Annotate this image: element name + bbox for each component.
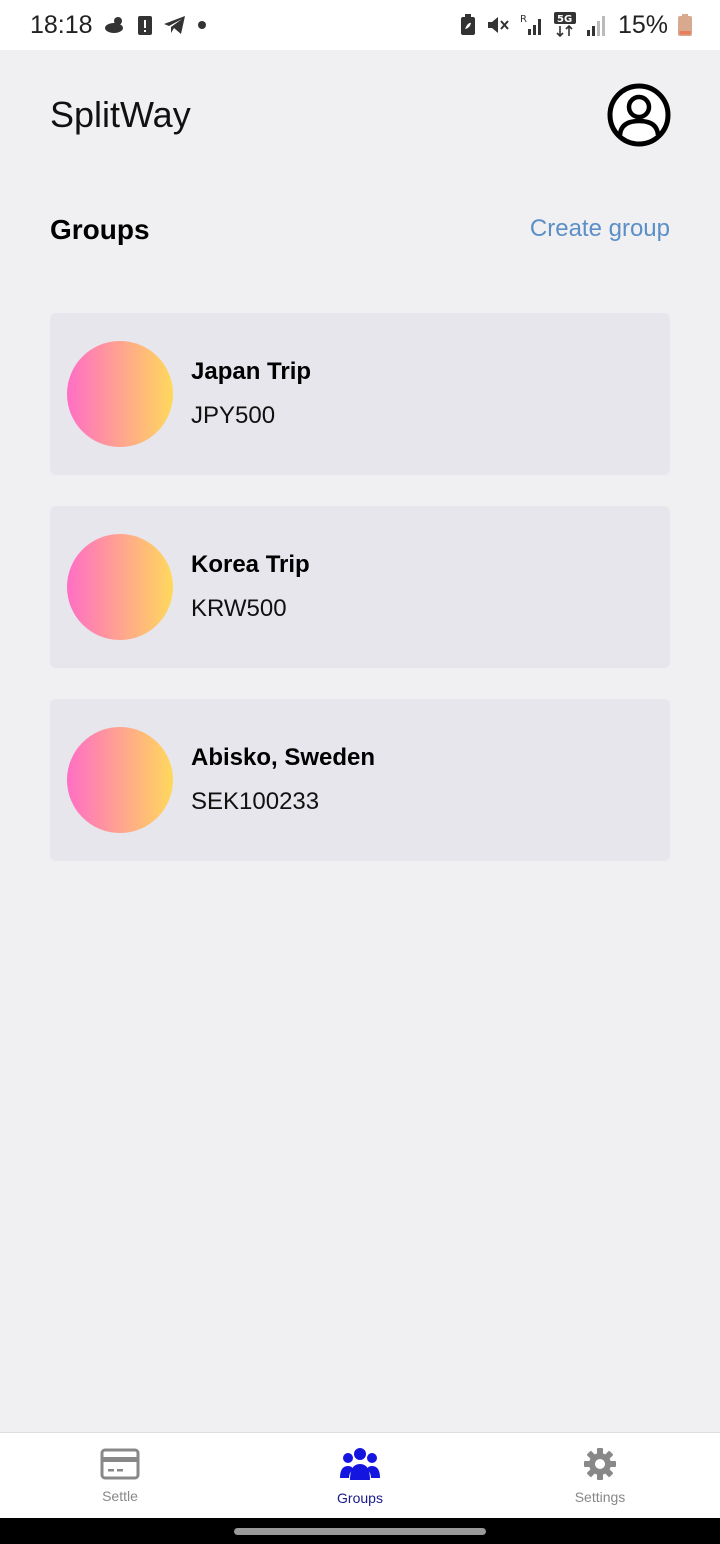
- groups-heading: Groups: [50, 214, 150, 245]
- group-avatar: [67, 534, 173, 640]
- status-bar-left: 18:18: [30, 11, 207, 40]
- group-currency: SEK100233: [191, 788, 320, 815]
- group-info: Japan Trip JPY500: [191, 358, 311, 430]
- group-card-korea-trip[interactable]: Korea Trip KRW500: [50, 506, 670, 668]
- battery-percent: 15%: [617, 10, 668, 39]
- gesture-handle[interactable]: [234, 1528, 486, 1535]
- status-time: 18:18: [30, 10, 93, 39]
- nav-label-settings: Settings: [574, 1488, 626, 1505]
- group-card-abisko-sweden[interactable]: Abisko, Sweden SEK100233: [50, 699, 670, 861]
- roaming-label: R: [520, 14, 527, 25]
- 5g-icon: 5G: [553, 12, 576, 38]
- app-content: SplitWay Groups Create group Japan Trip …: [0, 50, 720, 1432]
- gear-icon: [584, 1447, 616, 1480]
- battery-saver-icon: [460, 14, 476, 36]
- create-group-link[interactable]: Create group: [530, 215, 670, 243]
- nav-label-groups: Groups: [337, 1489, 383, 1506]
- group-name: Japan Trip: [191, 358, 312, 385]
- alert-icon: [137, 14, 153, 36]
- group-name: Abisko, Sweden: [191, 744, 376, 771]
- group-info: Korea Trip KRW500: [191, 551, 310, 623]
- group-currency: KRW500: [191, 595, 287, 622]
- mute-icon: [486, 14, 510, 36]
- status-bar: 18:18 R 5G 15%: [0, 0, 720, 50]
- group-info: Abisko, Sweden SEK100233: [191, 744, 375, 816]
- status-bar-right: R 5G 15%: [460, 11, 692, 40]
- card-icon: [100, 1448, 140, 1479]
- nav-item-groups[interactable]: Groups: [240, 1446, 480, 1506]
- group-list: Japan Trip JPY500 Korea Trip KRW500 Abis…: [50, 313, 670, 892]
- gesture-area: [0, 1518, 720, 1544]
- group-avatar: [67, 341, 173, 447]
- dot-icon: [197, 20, 207, 30]
- people-icon: [340, 1447, 380, 1480]
- group-currency: JPY500: [191, 402, 276, 429]
- nav-item-settle[interactable]: Settle: [0, 1448, 240, 1504]
- nav-item-settings[interactable]: Settings: [480, 1447, 720, 1505]
- signal-roaming-icon: R: [520, 13, 544, 37]
- app-title: SplitWay: [50, 94, 191, 135]
- profile-button[interactable]: [607, 83, 671, 147]
- profile-icon: [607, 83, 671, 147]
- group-name: Korea Trip: [191, 551, 310, 578]
- nav-label-settle: Settle: [102, 1487, 138, 1504]
- 5g-label: 5G: [557, 14, 572, 25]
- battery-icon: [678, 14, 692, 36]
- group-avatar: [67, 727, 173, 833]
- group-card-japan-trip[interactable]: Japan Trip JPY500: [50, 313, 670, 475]
- signal-icon: [586, 14, 608, 36]
- telegram-icon: [163, 14, 187, 36]
- weather-icon: [103, 15, 127, 35]
- bottom-nav: Settle Groups Settings: [0, 1432, 720, 1518]
